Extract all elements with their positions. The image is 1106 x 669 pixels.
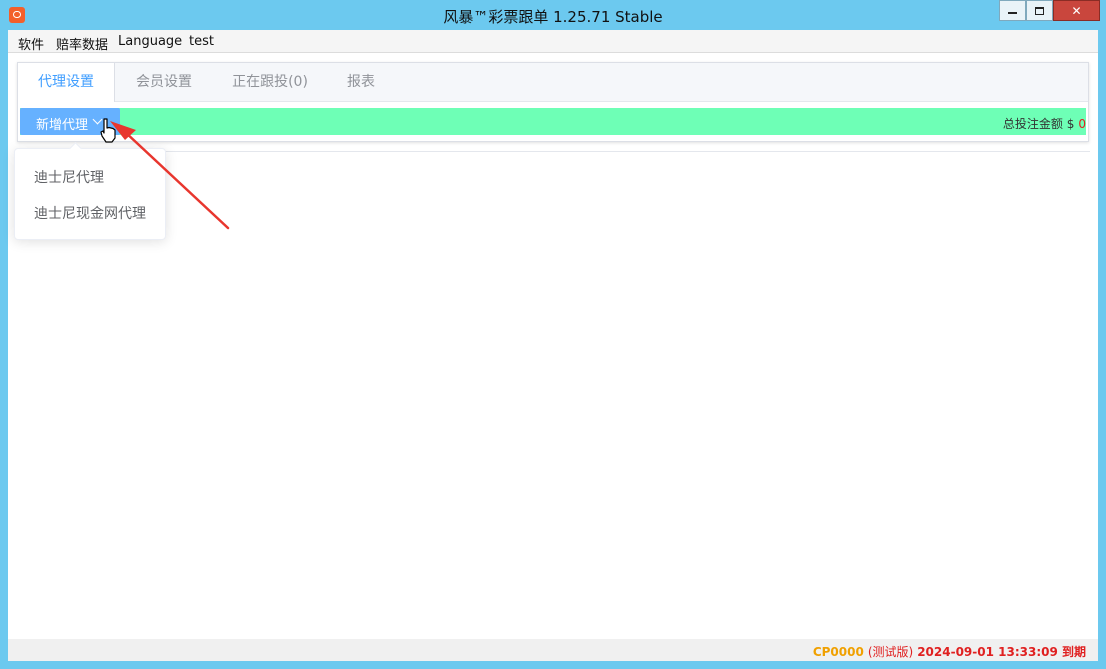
menu-language[interactable]: Language <box>118 34 182 49</box>
tab-member-settings[interactable]: 会员设置 <box>122 63 206 101</box>
window-title: 风暴™彩票跟单 1.25.71 Stable <box>443 8 663 26</box>
menu-test[interactable]: test <box>189 34 214 49</box>
close-icon: ✕ <box>1071 3 1082 18</box>
minimize-button[interactable] <box>999 0 1026 21</box>
add-agent-dropdown: 迪士尼代理 迪士尼现金网代理 <box>14 142 166 240</box>
menu-odds-data[interactable]: 赔率数据 <box>56 34 108 53</box>
menu-software[interactable]: 软件 <box>18 34 44 53</box>
title-bar[interactable]: 风暴™彩票跟单 1.25.71 Stable ✕ <box>0 0 1106 30</box>
chevron-down-icon <box>92 114 103 125</box>
agent-toolbar: 新增代理 总投注金额 $0 <box>20 108 1086 135</box>
total-bet-value: 0 <box>1078 117 1086 131</box>
maximize-icon <box>1035 6 1044 15</box>
add-agent-button[interactable]: 新增代理 <box>20 108 120 135</box>
total-bet-label: 总投注金额 $ <box>1002 117 1075 131</box>
close-button[interactable]: ✕ <box>1053 0 1100 21</box>
edition-label: (测试版) <box>867 645 914 659</box>
dropdown-item-disney-agent[interactable]: 迪士尼代理 <box>34 167 104 187</box>
tab-following[interactable]: 正在跟投(0) <box>222 63 318 101</box>
license-status: CP0000 (测试版) 2024-09-01 13:33:09 到期 <box>813 643 1086 660</box>
license-code: CP0000 <box>812 645 864 659</box>
content-divider <box>18 151 1090 152</box>
app-window: 风暴™彩票跟单 1.25.71 Stable ✕ 软件 赔率数据 Languag… <box>0 0 1106 669</box>
menu-bar: 软件 赔率数据 Language test <box>8 30 1098 53</box>
expiry-text: 2024-09-01 13:33:09 到期 <box>917 645 1086 659</box>
status-bar: CP0000 (测试版) 2024-09-01 13:33:09 到期 <box>8 639 1098 661</box>
tabs-card: 代理设置 会员设置 正在跟投(0) 报表 新增代理 总投注金额 $0 <box>17 62 1089 142</box>
tab-agent-settings[interactable]: 代理设置 <box>18 63 115 102</box>
minimize-icon <box>1008 12 1017 14</box>
maximize-button[interactable] <box>1026 0 1053 21</box>
dropdown-item-disney-cash-agent[interactable]: 迪士尼现金网代理 <box>34 203 146 223</box>
total-bet-amount: 总投注金额 $0 <box>1003 115 1086 132</box>
tab-header: 代理设置 会员设置 正在跟投(0) 报表 <box>18 63 1088 102</box>
add-agent-label: 新增代理 <box>36 118 89 133</box>
tab-reports[interactable]: 报表 <box>336 63 386 101</box>
client-area: 软件 赔率数据 Language test 代理设置 会员设置 正在跟投(0) … <box>8 30 1098 661</box>
dropdown-pointer <box>69 142 82 155</box>
